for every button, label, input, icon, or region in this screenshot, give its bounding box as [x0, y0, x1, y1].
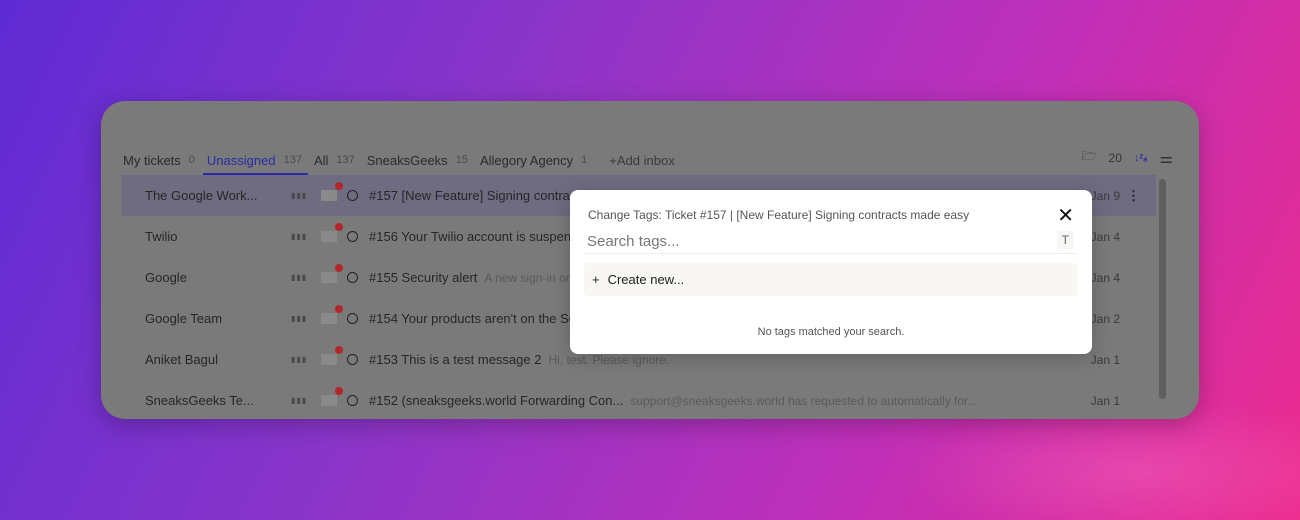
mail-unread-icon [321, 223, 343, 242]
ticket-subject: #157 [New Feature] Signing contracts [369, 188, 587, 203]
folder-count: 20 [1108, 150, 1122, 165]
mail-unread-icon [321, 305, 343, 324]
tab-count: 1 [581, 154, 588, 166]
tab-count: 137 [283, 154, 302, 166]
ticket-row[interactable]: SneaksGeeks Te... ▮▮▮ #152 (sneaksgeeks.… [121, 380, 1156, 419]
ticket-from: Twilio [145, 229, 178, 244]
tab-label: SneaksGeeks [366, 152, 448, 168]
empty-message: No tags matched your search. [757, 326, 905, 338]
ticket-date: Jan 2 [1090, 311, 1120, 326]
ticket-from: Google Team [145, 311, 223, 326]
status-circle-icon[interactable] [347, 313, 358, 324]
priority-icon[interactable]: ▮▮▮ [291, 232, 321, 241]
change-tags-modal: Change Tags: Ticket #157 | [New Feature]… [570, 190, 1092, 354]
tab-sneaksgeeks[interactable]: SneaksGeeks 15 [367, 145, 468, 175]
ticket-preview: A new sign-in on [484, 270, 573, 285]
mail-unread-icon [321, 264, 343, 283]
create-label: Create new... [607, 272, 685, 287]
ticket-subject: #152 (sneaksgeeks.world Forwarding Con..… [369, 393, 624, 408]
ticket-subject: #153 This is a test message 2 [369, 352, 542, 367]
search-tags-input[interactable] [584, 230, 1078, 254]
sliders-icon[interactable]: ⚌ [1160, 149, 1173, 167]
inbox-tabs: My tickets 0 Unassigned 137 All 137 SneaksG… [123, 145, 763, 175]
ticket-date: Jan 1 [1090, 352, 1120, 367]
toolbar: 🗁 20 ↓ᶻₐ ⚌ [1082, 147, 1173, 168]
ticket-from: Google [145, 270, 187, 285]
close-icon[interactable]: ✕ [1057, 206, 1074, 226]
ticket-from: Aniket Bagul [145, 352, 218, 367]
ticket-subject: #156 Your Twilio account is suspende [369, 229, 586, 244]
modal-title: Change Tags: Ticket #157 | [New Feature]… [588, 208, 970, 222]
ticket-from: SneaksGeeks Te... [145, 393, 254, 408]
scrollbar[interactable] [1159, 179, 1166, 399]
priority-icon[interactable]: ▮▮▮ [291, 396, 321, 405]
tab-count: 15 [455, 154, 468, 166]
more-options-icon[interactable]: ⋮ [1127, 188, 1140, 204]
priority-icon[interactable]: ▮▮▮ [291, 355, 321, 364]
sort-z-a-icon[interactable]: ↓ᶻₐ [1134, 152, 1148, 164]
priority-icon[interactable]: ▮▮▮ [291, 314, 321, 323]
ticket-preview: Hi, test. Please ignore. [548, 352, 670, 367]
ticket-from: The Google Work... [145, 188, 258, 203]
tab-label: Unassigned [206, 152, 276, 168]
create-new-tag-button[interactable]: + Create new... [584, 263, 1078, 296]
priority-icon[interactable]: ▮▮▮ [291, 273, 321, 282]
tab-label: My tickets [123, 152, 181, 168]
mail-unread-icon [321, 182, 343, 201]
mail-unread-icon [321, 346, 343, 365]
ticket-date: Jan 1 [1090, 393, 1120, 408]
status-circle-icon[interactable] [347, 354, 358, 365]
tab-my-tickets[interactable]: My tickets 0 [123, 145, 195, 175]
tab-count: 0 [188, 154, 195, 166]
ticket-preview: support@sneaksgeeks.world has requested … [630, 393, 978, 408]
ticket-subject: #155 Security alert [369, 270, 478, 285]
ticket-date: Jan 4 [1090, 270, 1120, 285]
tab-unassigned[interactable]: Unassigned 137 [202, 145, 308, 175]
ticket-subject: #154 Your products aren't on the Sea [369, 311, 584, 326]
priority-icon[interactable]: ▮▮▮ [291, 191, 321, 200]
tab-all[interactable]: All 137 [314, 145, 355, 175]
ticket-date: Jan 4 [1090, 229, 1120, 244]
tab-allegory-agency[interactable]: Allegory Agency 1 [480, 145, 587, 175]
tab-count: 137 [336, 154, 355, 166]
plus-icon: + [592, 272, 600, 287]
add-inbox-button[interactable]: +Add inbox [609, 153, 674, 168]
status-circle-icon[interactable] [347, 272, 358, 283]
status-circle-icon[interactable] [347, 190, 358, 201]
status-circle-icon[interactable] [347, 231, 358, 242]
shortcut-hint: T [1056, 231, 1074, 249]
ticket-date: Jan 9 [1090, 188, 1120, 203]
status-circle-icon[interactable] [347, 395, 358, 406]
folder-icon[interactable]: 🗁 [1082, 147, 1097, 168]
tab-label: All [313, 152, 329, 168]
mail-unread-icon [321, 387, 343, 406]
tab-label: Allegory Agency [479, 152, 574, 168]
